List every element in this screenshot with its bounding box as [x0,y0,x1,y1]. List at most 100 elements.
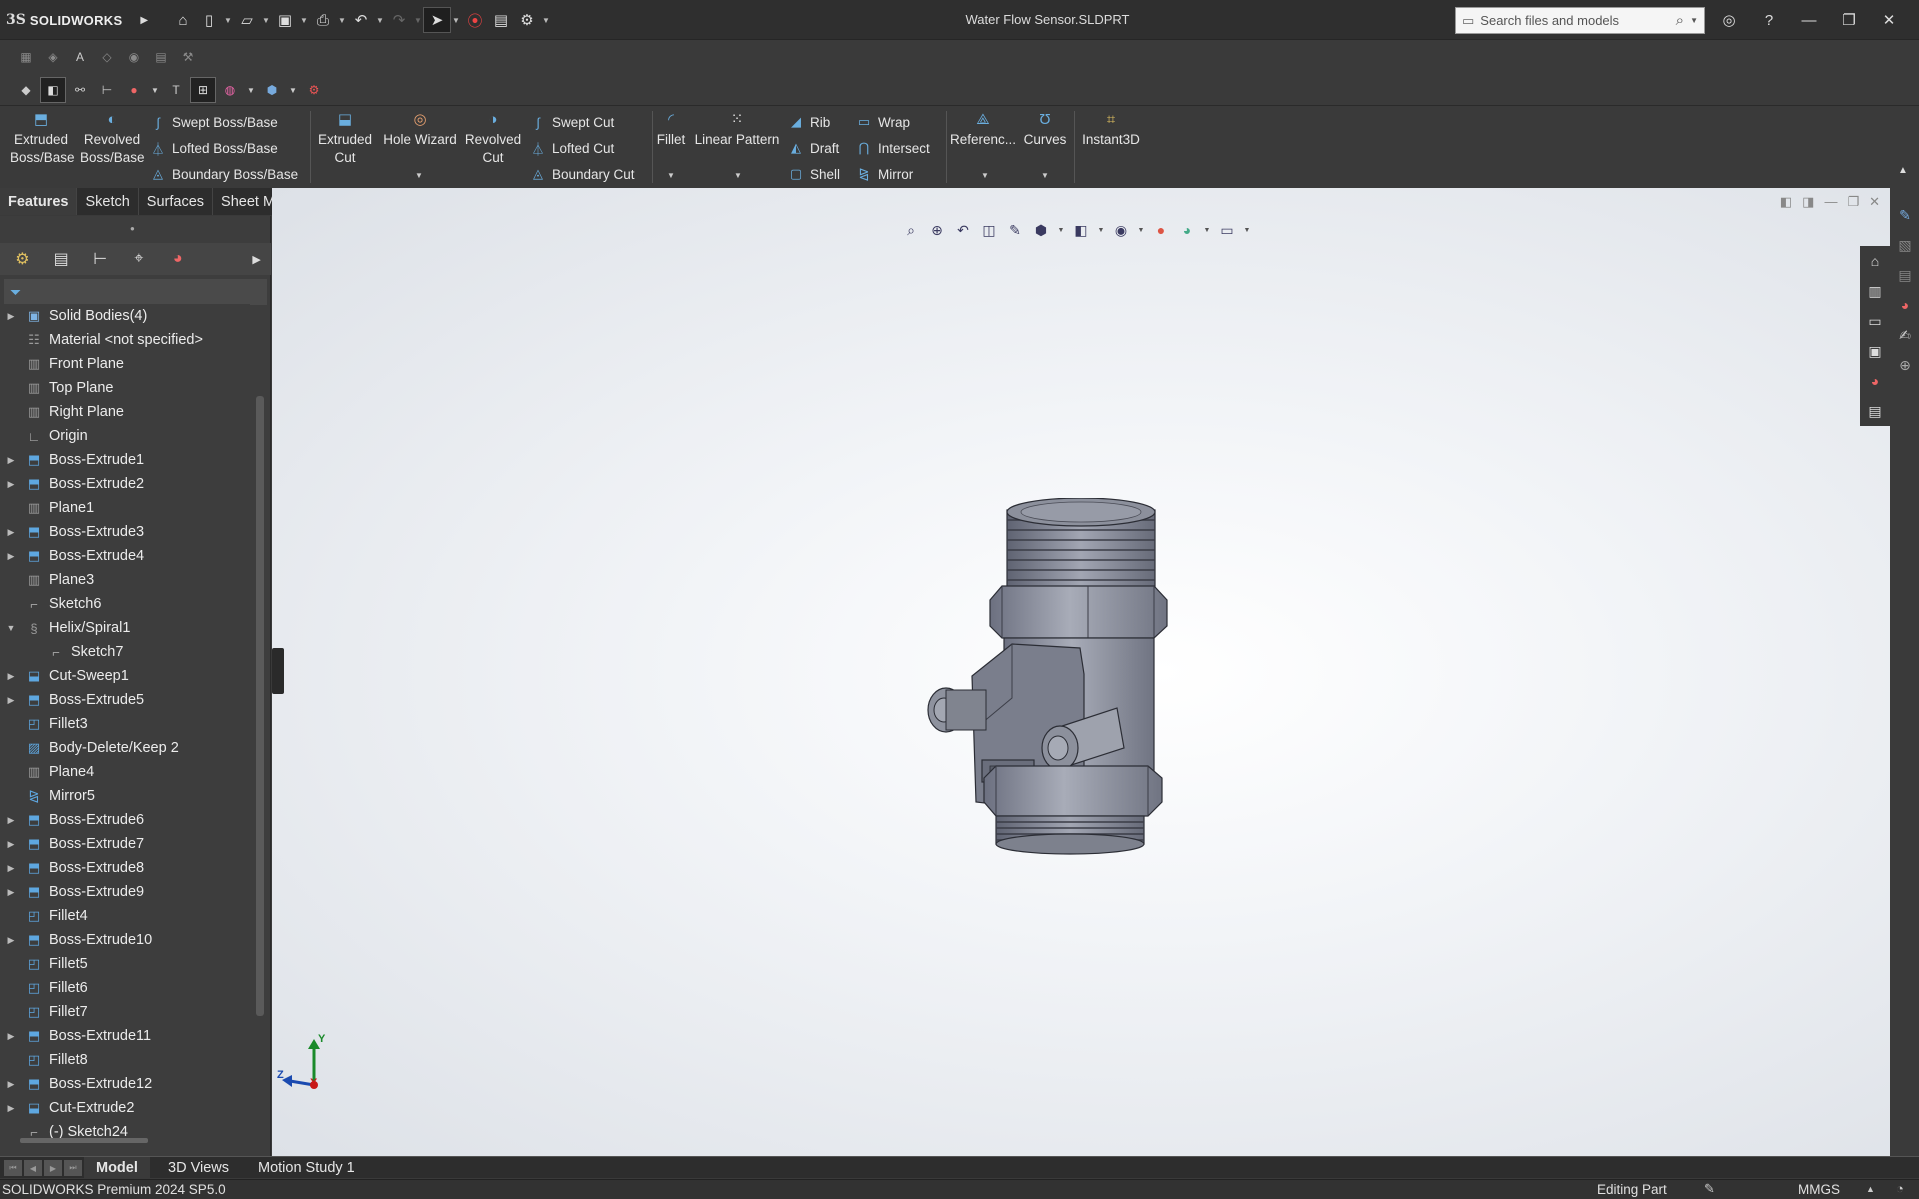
fillet-button[interactable]: ◜ Fillet [656,111,686,149]
search-dropdown-icon[interactable]: ▼ [1690,16,1698,25]
expand-arrow-icon[interactable]: ▶ [0,887,22,898]
doc-close-icon[interactable]: ✕ [1869,194,1880,210]
tree-icon[interactable]: ⊢ [95,78,119,102]
more-tabs-icon[interactable]: ▶ [242,246,271,272]
expand-arrow-icon[interactable]: ▶ [0,863,22,874]
tree-item[interactable]: ▨ Body-Delete/Keep 2 [0,736,250,760]
tree-item[interactable]: ▶ ⬒ Boss-Extrude6 [0,808,250,832]
expand-arrow-icon[interactable]: ▶ [0,527,22,538]
custom-properties-icon[interactable]: ✍ [1890,320,1919,350]
display-manager-tab-icon[interactable]: ◕ [163,246,192,272]
tree-item[interactable]: ▶ ⬒ Boss-Extrude12 [0,1072,250,1096]
tree-item[interactable]: ◰ Fillet7 [0,1000,250,1024]
filter-icon[interactable]: ⏷ [10,284,21,301]
design-library-icon[interactable]: ✎ [1890,200,1919,230]
expand-arrow-icon[interactable]: ▶ [0,551,22,562]
tree-item[interactable]: ▶ ▣ Solid Bodies(4) [0,304,250,328]
minimize-icon[interactable]: — [1789,6,1829,34]
display-style-dropdown-icon[interactable]: ▼ [245,78,257,102]
search-input[interactable]: Search files and models [1480,13,1675,28]
instant3d-button[interactable]: ⌗ Instant3D [1078,111,1144,149]
tile-left-icon[interactable]: ◧ [1780,194,1792,210]
tab-features[interactable]: Features [0,188,78,215]
prev-tab-icon[interactable]: ◀ [24,1160,42,1176]
help-icon[interactable]: ? [1749,6,1789,34]
resources-task-icon[interactable]: ▥ [1860,276,1890,306]
expand-arrow-icon[interactable]: ▶ [0,695,22,706]
view-palette-icon[interactable]: ▤ [1890,260,1919,290]
solidworks-resources-icon[interactable]: ⊕ [1890,350,1919,380]
appearances-icon[interactable]: ◕ [1890,290,1919,320]
apply-scene-dropdown-icon[interactable]: ▼ [1202,220,1212,240]
text-icon[interactable]: T [164,78,188,102]
panel-handle-icon[interactable]: ● [130,224,135,233]
mirror-button[interactable]: ⧎ Mirror [856,162,914,186]
unit-system[interactable]: MMGS [1798,1182,1840,1197]
hole-wizard-button[interactable]: ◎ Hole Wizard [380,111,460,149]
graphics-area[interactable]: ◧ ◨ — ❐ ✕ ⌕ ⊕ ↶ ◫ ✎ ⬢ ▼ ◧ ▼ ◉ ▼ ● ◕ ▼ ▭ … [272,188,1890,1156]
tree-item[interactable]: ▥ Plane3 [0,568,250,592]
tree-item[interactable]: ▶ ⬒ Boss-Extrude3 [0,520,250,544]
tree-item[interactable]: ▥ Plane1 [0,496,250,520]
display-style-icon[interactable]: ◍ [218,78,242,102]
boundary-cut-button[interactable]: ◬ Boundary Cut [530,162,635,186]
tree-item[interactable]: ⌐ Sketch7 [0,640,250,664]
bottom-tab-model[interactable]: Model [84,1157,150,1179]
view-orientation-icon[interactable]: ⬢ [1030,220,1052,240]
reference-geometry-button[interactable]: ⟁ Referenc... [950,111,1016,149]
tree-horizontal-scrollbar[interactable] [20,1138,148,1143]
view-settings-icon[interactable]: ▭ [1216,220,1238,240]
zoom-to-fit-icon[interactable]: ⌕ [900,220,922,240]
last-tab-icon[interactable]: ⏭ [64,1160,82,1176]
tree-item[interactable]: ▶ ⬒ Boss-Extrude2 [0,472,250,496]
fillet-dropdown-icon[interactable]: ▼ [667,171,675,180]
property-manager-tab-icon[interactable]: ▤ [47,246,76,272]
panel-splitter-handle[interactable] [272,648,284,694]
tree-item[interactable]: ▼ § Helix/Spiral1 [0,616,250,640]
tab-surfaces[interactable]: Surfaces [139,188,214,215]
bottom-tab-3d-views[interactable]: 3D Views [156,1157,241,1179]
appearance-dropdown-icon[interactable]: ▼ [149,78,161,102]
tree-item[interactable]: ⌐ Sketch6 [0,592,250,616]
linear-pattern-dropdown-icon[interactable]: ▼ [734,171,742,180]
tile-right-icon[interactable]: ◨ [1802,194,1814,210]
boundary-boss-button[interactable]: ◬ Boundary Boss/Base [150,162,298,186]
home-task-icon[interactable]: ⌂ [1860,246,1890,276]
section-view-icon[interactable]: ⊞ [190,77,216,103]
view-orientation-dropdown-icon[interactable]: ▼ [1056,220,1066,240]
edit-appearance-icon[interactable]: ● [1150,220,1172,240]
view-orientation-icon[interactable]: ⬢ [260,78,284,102]
extruded-boss-button[interactable]: ⬒ Extruded Boss/Base [10,111,75,167]
units-dropdown-icon[interactable]: ▲ [1866,1184,1875,1194]
revolved-cut-button[interactable]: ◑ Revolved Cut [462,111,524,167]
expand-arrow-icon[interactable]: ▶ [0,1031,22,1042]
file-explorer-icon[interactable]: ▧ [1890,230,1919,260]
smart-dimension-icon[interactable]: ◈ [41,45,65,69]
doc-restore-icon[interactable]: ❐ [1847,194,1859,210]
reference-dropdown-icon[interactable]: ▼ [981,171,989,180]
hide-show-dropdown-icon[interactable]: ▼ [1136,220,1146,240]
dimxpert-manager-tab-icon[interactable]: ⌖ [124,246,153,272]
intersect-button[interactable]: ⋂ Intersect [856,136,930,160]
tree-item[interactable]: ▶ ⬓ Cut-Sweep1 [0,664,250,688]
expand-arrow-icon[interactable]: ▶ [0,935,22,946]
collapse-arrow-icon[interactable]: ▼ [0,623,22,633]
appearances-task-icon[interactable]: ◕ [1860,366,1890,396]
tree-item[interactable]: ▶ ⬒ Boss-Extrude8 [0,856,250,880]
expand-arrow-icon[interactable]: ▶ [0,671,22,682]
custom-properties-task-icon[interactable]: ▤ [1860,396,1890,426]
hidden-lines-icon[interactable]: ◧ [40,77,66,103]
tree-item[interactable]: ◰ Fillet3 [0,712,250,736]
expand-arrow-icon[interactable]: ▶ [0,1103,22,1114]
tree-item[interactable]: ◰ Fillet5 [0,952,250,976]
view-settings-dropdown-icon[interactable]: ▼ [1242,220,1252,240]
tools-icon[interactable]: ⚒ [176,45,200,69]
tree-vertical-scrollbar[interactable] [256,396,264,1016]
shaded-view-icon[interactable]: ◆ [14,78,38,102]
expand-arrow-icon[interactable]: ▶ [0,815,22,826]
apply-scene-icon[interactable]: ◕ [1176,220,1198,240]
tree-item[interactable]: ▶ ⬓ Cut-Extrude2 [0,1096,250,1120]
previous-view-icon[interactable]: ↶ [952,220,974,240]
tree-item[interactable]: ▶ ⬒ Boss-Extrude5 [0,688,250,712]
tree-item[interactable]: ◰ Fillet4 [0,904,250,928]
